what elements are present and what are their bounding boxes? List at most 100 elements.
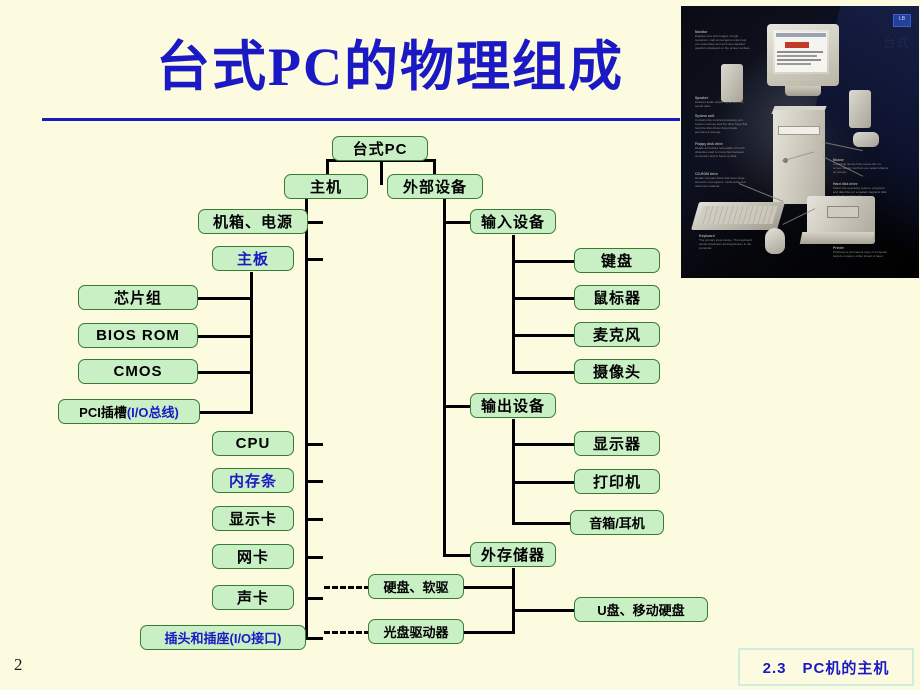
connector-dashed-harddisk: [324, 586, 370, 589]
photo-annotation: Keyboard The primary input device. The k…: [699, 234, 755, 250]
mouse-icon: [765, 228, 785, 254]
connector-root-right: [433, 159, 436, 174]
connector-input-branch: [512, 371, 574, 374]
photo-watermark: 台式: [882, 35, 909, 50]
node-label: 主板: [236, 251, 269, 268]
node-label: 外部设备: [402, 179, 467, 196]
annotation-body: The primary input device. The keyboard s…: [699, 238, 752, 250]
node-label: 音箱/耳机: [589, 516, 645, 531]
connector-peripheral-branch: [443, 221, 471, 224]
node-display[interactable]: 显示器: [574, 431, 660, 456]
connector-root-down: [380, 159, 383, 185]
node-label: BIOS ROM: [96, 327, 180, 344]
node-microphone[interactable]: 麦克风: [574, 322, 660, 347]
node-graphics-card[interactable]: 显示卡: [212, 506, 294, 531]
node-label: 内存条: [228, 473, 277, 490]
node-speaker-headphone[interactable]: 音箱/耳机: [570, 510, 664, 535]
node-label: 台式PC: [352, 141, 408, 158]
photo-annotation: Monitor Displays text and images. A high…: [695, 30, 751, 50]
node-label: 外存储器: [480, 547, 545, 564]
node-camera[interactable]: 摄像头: [574, 359, 660, 384]
node-desktop-pc[interactable]: 台式PC: [332, 136, 428, 161]
node-peripherals[interactable]: 外部设备: [387, 174, 483, 199]
node-usb-portable-disk[interactable]: U盘、移动硬盘: [574, 597, 708, 622]
photo-annotation: Mouse A pointing device that moves the o…: [833, 158, 889, 174]
monitor-textline-icon: [777, 63, 811, 65]
photo-annotation: Printer Produces a permanent copy of com…: [833, 246, 889, 258]
connector-peripheral-branch: [443, 554, 471, 557]
keyboard-keys-icon: [698, 206, 778, 224]
node-label: 显示卡: [228, 511, 277, 528]
node-label: PCI插槽: [79, 405, 127, 420]
node-label: U盘、移动硬盘: [597, 603, 685, 618]
connector-host-branch: [305, 637, 323, 640]
node-output-devices[interactable]: 输出设备: [470, 393, 556, 418]
photo-annotation: Hard disk drive Stores the operating sys…: [833, 182, 889, 198]
connector-mainboard-trunk: [250, 272, 253, 414]
node-label-secondary: (I/O总线): [126, 405, 179, 420]
node-label: 硬盘、软驱: [383, 580, 449, 595]
monitor-banner-icon: [785, 42, 809, 48]
node-label: 插头和插座(I/O接口): [164, 631, 282, 646]
connector-host-branch: [305, 556, 323, 559]
printer-slot-icon: [827, 206, 859, 218]
node-label: 键盘: [600, 253, 633, 270]
annotation-body: Displays text and images. A high-resolut…: [695, 34, 751, 50]
node-label: 网卡: [236, 549, 269, 566]
node-input-devices[interactable]: 输入设备: [470, 209, 556, 234]
connector-storage-branch: [512, 609, 574, 612]
connector-root-left: [326, 159, 329, 174]
connector-mainboard-branch: [198, 335, 252, 338]
annotation-body: Reads compact discs that store large amo…: [695, 176, 746, 188]
connector-input-branch: [512, 297, 574, 300]
node-label: 输出设备: [480, 398, 545, 415]
speaker-right-icon: [849, 90, 871, 128]
node-mouse[interactable]: 鼠标器: [574, 285, 660, 310]
node-network-card[interactable]: 网卡: [212, 544, 294, 569]
connector-output-branch: [512, 522, 574, 525]
connector-mainboard-branch: [198, 371, 252, 374]
node-sound-card[interactable]: 声卡: [212, 585, 294, 610]
connector-input-branch: [512, 334, 574, 337]
connector-host-branch: [305, 480, 323, 483]
node-io-connectors[interactable]: 插头和插座(I/O接口): [140, 625, 306, 650]
node-label: 机箱、电源: [212, 214, 293, 231]
page-title: 台式PC的物理组成: [156, 37, 624, 97]
connector-dashed-optical: [324, 631, 370, 634]
node-harddisk-floppy[interactable]: 硬盘、软驱: [368, 574, 464, 599]
node-cpu[interactable]: CPU: [212, 431, 294, 456]
node-chipset[interactable]: 芯片组: [78, 285, 198, 310]
node-label: CPU: [235, 435, 271, 452]
connector-storage-branch: [463, 586, 514, 589]
annotation-body: Reads and writes removable 3.5-inch disk…: [695, 146, 745, 158]
node-label: 光盘驱动器: [383, 625, 449, 640]
node-mainboard[interactable]: 主板: [212, 246, 294, 271]
monitor-textline-icon: [777, 55, 817, 57]
connector-output-branch: [512, 443, 574, 446]
node-keyboard[interactable]: 键盘: [574, 248, 660, 273]
node-label: 打印机: [592, 474, 641, 491]
node-label: CMOS: [113, 363, 163, 380]
connector-peripheral-branch: [443, 405, 471, 408]
slide-canvas: 台式PC的物理组成 Monitor Displays text and imag…: [0, 0, 920, 690]
node-bios-rom[interactable]: BIOS ROM: [78, 323, 198, 348]
connector-host-branch: [305, 443, 323, 446]
connector-mainboard-branch: [198, 411, 252, 414]
node-printer[interactable]: 打印机: [574, 469, 660, 494]
node-optical-drive[interactable]: 光盘驱动器: [368, 619, 464, 644]
node-label: 芯片组: [113, 290, 162, 307]
connector-peripheral-trunk: [443, 199, 446, 556]
node-case-power[interactable]: 机箱、电源: [198, 209, 308, 234]
node-label: 声卡: [236, 590, 269, 607]
node-external-storage[interactable]: 外存储器: [470, 542, 556, 567]
connector-storage-trunk: [512, 568, 515, 634]
annotation-body: Delivers audio output signal from the so…: [695, 100, 744, 108]
photo-annotation: Floppy disk drive Reads and writes remov…: [695, 142, 751, 158]
node-memory-module[interactable]: 内存条: [212, 468, 294, 493]
node-cmos[interactable]: CMOS: [78, 359, 198, 384]
photo-annotation: CD-ROM drive Reads compact discs that st…: [695, 172, 751, 188]
node-pci-slots[interactable]: PCI插槽 (I/O总线): [58, 399, 200, 424]
footer-section-label: 2.3 PC机的主机: [738, 648, 914, 686]
monitor-titlebar-icon: [776, 33, 826, 37]
node-host-unit[interactable]: 主机: [284, 174, 368, 199]
